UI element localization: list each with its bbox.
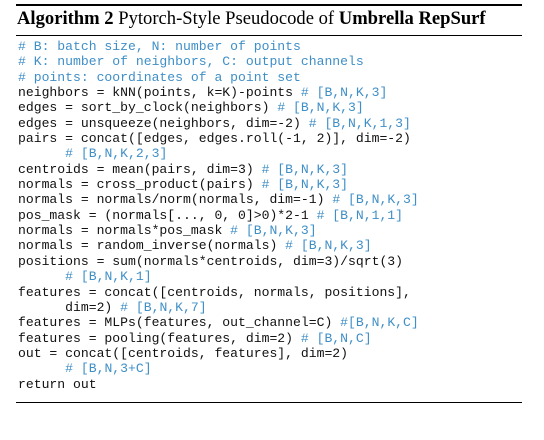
code-text: normals = normals/norm(normals, dim=-1) bbox=[18, 192, 333, 208]
code-comment: # [B,N,K,3] bbox=[230, 223, 317, 239]
algorithm-block: Algorithm 2 Pytorch-Style Pseudocode of … bbox=[16, 0, 522, 403]
code-line: positions = sum(normals*centroids, dim=3… bbox=[18, 254, 522, 269]
code-comment: # K: number of neighbors, C: output chan… bbox=[18, 54, 364, 70]
code-comment: # [B,N,K,3] bbox=[261, 177, 349, 193]
code-text: normals = cross_product(pairs) bbox=[18, 177, 262, 193]
code-line: edges = sort_by_clock(neighbors) # [B,N,… bbox=[18, 100, 522, 115]
code-comment: # [B,N,C] bbox=[300, 330, 372, 346]
code-comment: # [B,N,K,3] bbox=[285, 238, 372, 254]
bottom-rule bbox=[16, 401, 522, 403]
code-text: positions = sum(normals*centroids, dim=3… bbox=[18, 253, 404, 269]
code-line: features = pooling(features, dim=2) # [B… bbox=[18, 331, 522, 346]
code-comment: # [B,N,1,1] bbox=[316, 207, 404, 223]
code-comment: # [B,N,K,1,3] bbox=[308, 115, 411, 131]
code-line: # [B,N,3+C] bbox=[18, 361, 522, 376]
code-comment: #[B,N,K,C] bbox=[340, 315, 419, 331]
code-line: features = MLPs(features, out_channel=C)… bbox=[18, 315, 522, 330]
code-line: # points: coordinates of a point set bbox=[18, 70, 522, 85]
code-comment: # [B,N,K,3] bbox=[332, 192, 419, 208]
code-line: centroids = mean(pairs, dim=3) # [B,N,K,… bbox=[18, 162, 522, 177]
code-text: features = concat([centroids, normals, p… bbox=[18, 284, 411, 300]
code-line: pairs = concat([edges, edges.roll(-1, 2)… bbox=[18, 131, 522, 146]
code-line: # B: batch size, N: number of points bbox=[18, 39, 522, 54]
algorithm-label: Algorithm 2 bbox=[17, 8, 114, 29]
code-text: return out bbox=[18, 376, 97, 392]
code-comment: # points: coordinates of a point set bbox=[18, 69, 301, 85]
code-text: centroids = mean(pairs, dim=3) bbox=[18, 161, 262, 177]
code-line: dim=2) # [B,N,K,7] bbox=[18, 300, 522, 315]
code-line: normals = normals*pos_mask # [B,N,K,3] bbox=[18, 223, 522, 238]
code-comment: # [B,N,K,2,3] bbox=[65, 146, 168, 162]
caption-text: Pytorch-Style Pseudocode of bbox=[118, 8, 335, 29]
code-comment: # [B,N,3+C] bbox=[65, 361, 152, 377]
algorithm-caption: Algorithm 2 Pytorch-Style Pseudocode of … bbox=[16, 6, 522, 32]
code-text: normals = normals*pos_mask bbox=[18, 223, 231, 239]
code-line: out = concat([centroids, features], dim=… bbox=[18, 346, 522, 361]
code-line: normals = cross_product(pairs) # [B,N,K,… bbox=[18, 177, 522, 192]
code-line: return out bbox=[18, 377, 522, 392]
code-comment: # [B,N,K,3] bbox=[261, 161, 349, 177]
code-comment: # [B,N,K,3] bbox=[277, 100, 364, 116]
code-line: neighbors = kNN(points, k=K)-points # [B… bbox=[18, 85, 522, 100]
code-text: edges = sort_by_clock(neighbors) bbox=[18, 100, 278, 116]
code-text: pos_mask = (normals[..., 0, 0]>0)*2-1 bbox=[18, 207, 317, 223]
code-line: edges = unsqueeze(neighbors, dim=-2) # [… bbox=[18, 116, 522, 131]
code-comment: # [B,N,K,3] bbox=[300, 85, 388, 101]
code-line: # [B,N,K,1] bbox=[18, 269, 522, 284]
code-comment: # [B,N,K,7] bbox=[120, 299, 207, 315]
code-text: features = pooling(features, dim=2) bbox=[18, 330, 301, 346]
code-text: features = MLPs(features, out_channel=C) bbox=[18, 315, 341, 331]
code-line: pos_mask = (normals[..., 0, 0]>0)*2-1 # … bbox=[18, 208, 522, 223]
code-line: normals = random_inverse(normals) # [B,N… bbox=[18, 238, 522, 253]
caption-rule bbox=[16, 35, 522, 36]
code-comment: # B: batch size, N: number of points bbox=[18, 39, 301, 54]
code-line: features = concat([centroids, normals, p… bbox=[18, 285, 522, 300]
code-text: neighbors = kNN(points, k=K)-points bbox=[18, 85, 301, 101]
code-text: normals = random_inverse(normals) bbox=[18, 238, 286, 254]
code-line: normals = normals/norm(normals, dim=-1) … bbox=[18, 192, 522, 207]
pseudocode-block: # B: batch size, N: number of points # K:… bbox=[16, 39, 522, 392]
code-comment: # [B,N,K,1] bbox=[65, 269, 152, 285]
code-text: edges = unsqueeze(neighbors, dim=-2) bbox=[18, 115, 309, 131]
code-line: # K: number of neighbors, C: output chan… bbox=[18, 54, 522, 69]
code-text: out = concat([centroids, features], dim=… bbox=[18, 345, 349, 361]
code-line: # [B,N,K,2,3] bbox=[18, 146, 522, 161]
code-text: pairs = concat([edges, edges.roll(-1, 2)… bbox=[18, 131, 411, 147]
method-name: Umbrella RepSurf bbox=[338, 8, 486, 29]
code-text: dim=2) bbox=[18, 299, 121, 315]
